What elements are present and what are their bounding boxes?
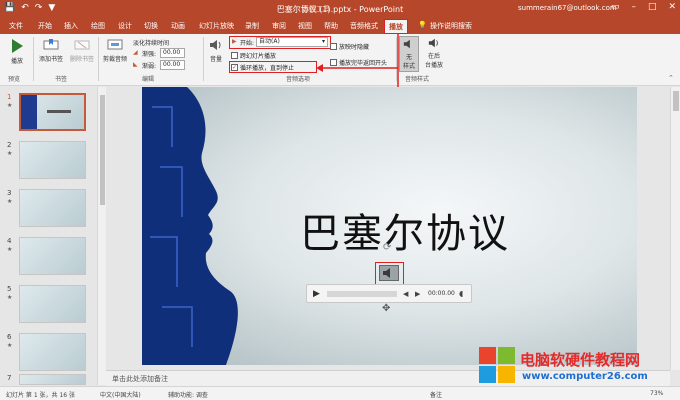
slide-canvas[interactable]: 巴塞尔协议 ⟳ ▶ ◀ ▶ 00:00.00 ◖ ✥ (142, 87, 637, 365)
slide-thumbnail-1[interactable] (19, 93, 86, 131)
thumbnail-scrollbar[interactable] (97, 87, 106, 385)
site-watermark: 电脑软硬件教程网 www.computer26.com (478, 344, 680, 386)
thumb-number: 3 (7, 189, 12, 197)
animation-star-icon: ★ (7, 150, 13, 157)
slide-count: 幻灯片 第 1 张，共 16 张 (6, 392, 75, 399)
thumb-number: 7 (7, 374, 12, 382)
arrow-head (316, 64, 323, 72)
watermark-url: www.computer26.com (522, 371, 648, 382)
status-bar: 幻灯片 第 1 张，共 16 张 中文(中国大陆) 辅助功能: 调查 备注 73… (0, 386, 680, 400)
logo-tile-red (479, 347, 496, 364)
forward-icon[interactable]: ▶ (415, 290, 420, 298)
slide-thumbnail-7[interactable] (19, 374, 86, 385)
animation-star-icon: ★ (7, 294, 13, 301)
audio-time: 00:00.00 (428, 290, 455, 297)
move-handle-icon[interactable]: ✥ (382, 303, 390, 314)
scrollbar-thumb[interactable] (100, 95, 105, 205)
slide-thumbnail-4[interactable] (19, 237, 86, 275)
slide-thumbnail-3[interactable] (19, 189, 86, 227)
rewind-icon[interactable]: ◀ (403, 290, 408, 298)
animation-star-icon: ★ (7, 246, 13, 253)
player-play-icon[interactable]: ▶ (313, 289, 320, 299)
slide-thumbnail-2[interactable] (19, 141, 86, 179)
accessibility-status[interactable]: 辅助功能: 调查 (168, 390, 208, 399)
seek-bar[interactable] (327, 291, 397, 297)
animation-star-icon: ★ (7, 102, 13, 109)
language-indicator[interactable]: 中文(中国大陆) (100, 390, 141, 399)
audio-player: ▶ ◀ ▶ 00:00.00 ◖ (306, 284, 472, 303)
logo-tile-yellow (498, 366, 515, 383)
thumb-number: 4 (7, 237, 12, 245)
thumb-number: 1 (7, 93, 12, 101)
slide-scrollbar[interactable] (670, 87, 680, 370)
slide-title[interactable]: 巴塞尔协议 (300, 201, 510, 259)
slide-thumbnail-5[interactable] (19, 285, 86, 323)
thumb-number: 6 (7, 333, 12, 341)
face-silhouette (142, 87, 238, 365)
rotate-handle-icon[interactable]: ⟳ (383, 242, 391, 253)
thumb-number: 2 (7, 141, 12, 149)
animation-star-icon: ★ (7, 342, 13, 349)
thumb-silhouette (21, 95, 37, 129)
player-volume-icon[interactable]: ◖ (459, 289, 463, 298)
animation-star-icon: ★ (7, 198, 13, 205)
windows-logo-icon (479, 347, 515, 383)
scrollbar-thumb[interactable] (673, 91, 679, 111)
logo-tile-blue (479, 366, 496, 383)
thumbnail-pane: 1 ★ 2 ★ 3 ★ 4 ★ 5 ★ 6 ★ 7 (0, 87, 106, 385)
slide-thumbnail-6[interactable] (19, 333, 86, 371)
thumb-number: 5 (7, 285, 12, 293)
thumb-title-line (47, 110, 71, 113)
highlight-audio-icon (375, 262, 404, 285)
logo-tile-green (498, 347, 515, 364)
zoom-level[interactable]: 73% (650, 390, 663, 397)
watermark-site-name: 电脑软硬件教程网 (520, 351, 641, 369)
notes-toggle[interactable]: 备注 (430, 390, 442, 399)
